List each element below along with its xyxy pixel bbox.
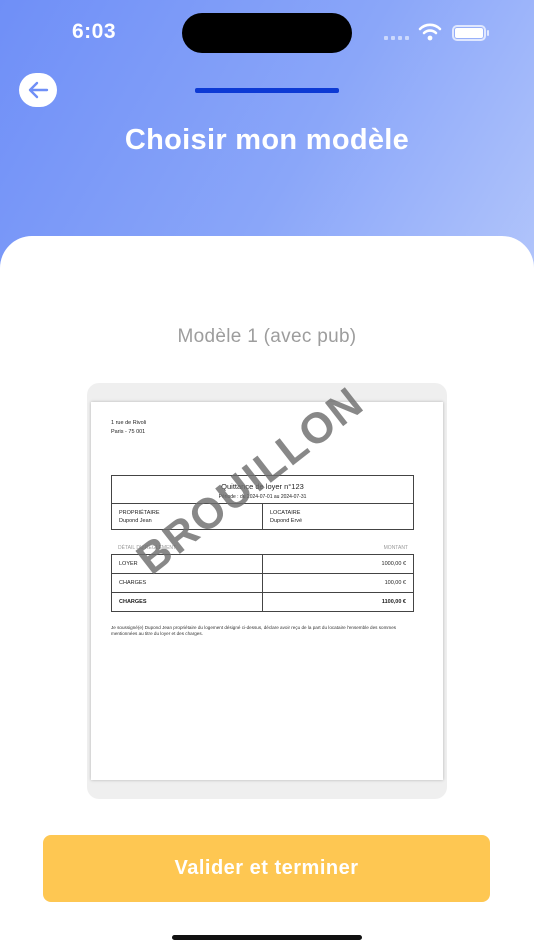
arrow-left-icon — [28, 81, 49, 99]
battery-icon — [452, 25, 489, 41]
line-amount: 1100,00 € — [381, 599, 406, 605]
home-indicator[interactable] — [172, 935, 362, 940]
address-line: 1 rue de Rivoli — [111, 420, 147, 426]
owner-address: 1 rue de Rivoli Paris - 75 001 — [111, 419, 146, 437]
template-label: Modèle 1 (avec pub) — [177, 326, 357, 347]
signal-icon — [384, 36, 409, 40]
line-amount: 100,00 € — [384, 580, 406, 586]
validate-button[interactable]: Valider et terminer — [43, 835, 490, 902]
dynamic-island — [182, 13, 352, 53]
line-amount: 1000,00 € — [381, 561, 406, 567]
tenant-label: LOCATAIRE — [270, 510, 301, 516]
address-line: Paris - 75 001 — [111, 429, 146, 435]
progress-indicator — [195, 88, 339, 93]
line-label: CHARGES — [112, 593, 263, 612]
wifi-icon — [418, 23, 442, 41]
receipt-statement: Je soussigné(e) Dupond Jean propriétaire… — [111, 625, 397, 636]
back-button[interactable] — [19, 73, 57, 107]
tenant-block: LOCATAIRE Dupond Ervé — [262, 504, 413, 529]
status-time: 6:03 — [72, 20, 117, 43]
page-title: Choisir mon modèle — [124, 124, 410, 156]
amount-header: MONTANT — [383, 545, 408, 551]
table-row-total: CHARGES 1100,00 € — [112, 593, 413, 612]
tenant-name: Dupond Ervé — [270, 518, 303, 524]
line-label: CHARGES — [112, 574, 263, 592]
status-bar: 6:03 — [0, 0, 534, 64]
